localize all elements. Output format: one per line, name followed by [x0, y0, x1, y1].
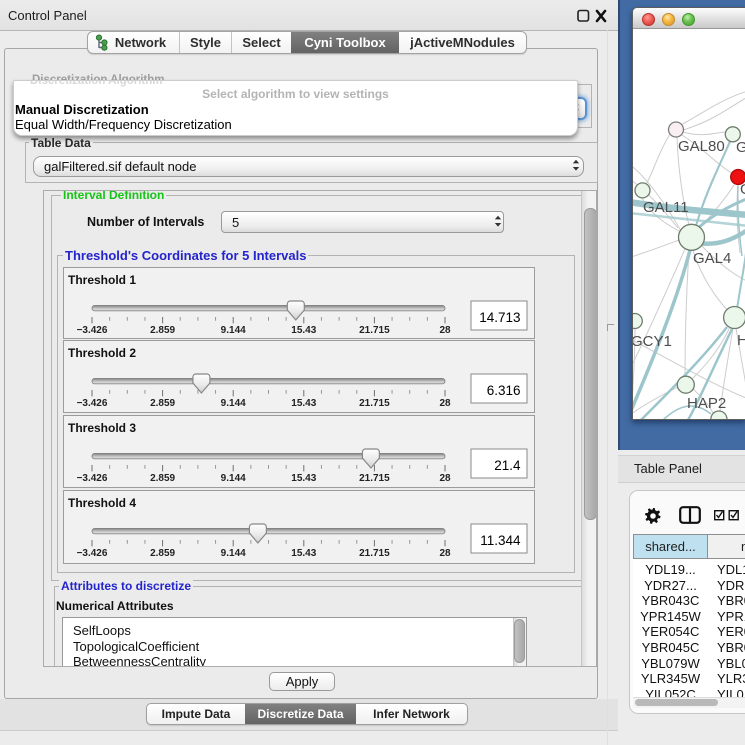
svg-text:GAL11: GAL11 [643, 199, 689, 216]
svg-text:GCY1: GCY1 [633, 333, 672, 350]
svg-text:21.4: 21.4 [494, 458, 521, 473]
svg-text:GAL4: GAL4 [693, 250, 731, 267]
svg-text:HAP2: HAP2 [687, 395, 726, 412]
svg-text:6.316: 6.316 [487, 383, 521, 398]
svg-text:14.713: 14.713 [479, 310, 520, 325]
svg-text:GA: GA [740, 181, 745, 198]
svg-text:GAL80: GAL80 [678, 138, 725, 155]
svg-text:11.344: 11.344 [480, 533, 521, 548]
svg-text:HA: HA [737, 332, 745, 349]
svg-text:GA: GA [736, 139, 745, 156]
